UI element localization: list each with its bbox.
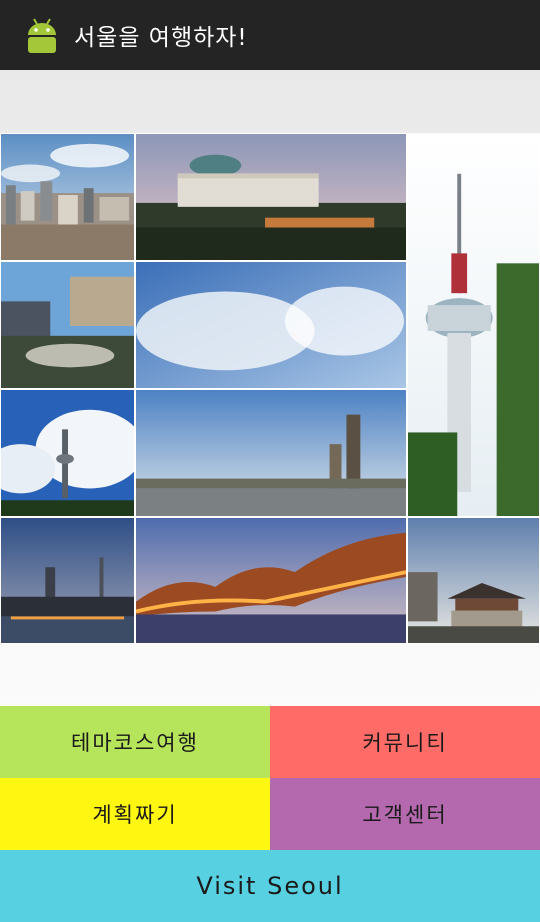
photo-city-night — [0, 517, 135, 644]
planning-button[interactable]: 계획짜기 — [0, 778, 270, 850]
theme-course-label: 테마코스여행 — [71, 731, 199, 755]
action-bar: 서울을 여행하자! — [0, 0, 540, 70]
planning-label: 계획짜기 — [92, 803, 178, 827]
customer-center-button[interactable]: 고객센터 — [270, 778, 540, 850]
community-label: 커뮤니티 — [362, 731, 448, 755]
visit-seoul-button[interactable]: Visit Seoul — [0, 850, 540, 922]
photo-han-river-skyline — [135, 389, 407, 517]
photo-n-seoul-tower — [407, 133, 540, 517]
android-robot-icon — [28, 18, 56, 53]
app-title: 서울을 여행하자! — [74, 25, 248, 51]
visit-seoul-label: Visit Seoul — [196, 872, 344, 900]
photo-national-assembly — [135, 133, 407, 261]
seoul-photo-collage — [0, 133, 540, 644]
customer-center-label: 고객센터 — [362, 803, 448, 827]
photo-banpo-bridge-night — [135, 517, 407, 644]
photo-namdaemun-gate — [407, 517, 540, 644]
photo-tower-clouds — [0, 389, 135, 517]
photo-cheonggyecheon-stream — [0, 261, 135, 389]
photo-city-skyline — [0, 133, 135, 261]
theme-course-button[interactable]: 테마코스여행 — [0, 706, 270, 778]
community-button[interactable]: 커뮤니티 — [270, 706, 540, 778]
photo-sky-clouds — [135, 261, 407, 389]
